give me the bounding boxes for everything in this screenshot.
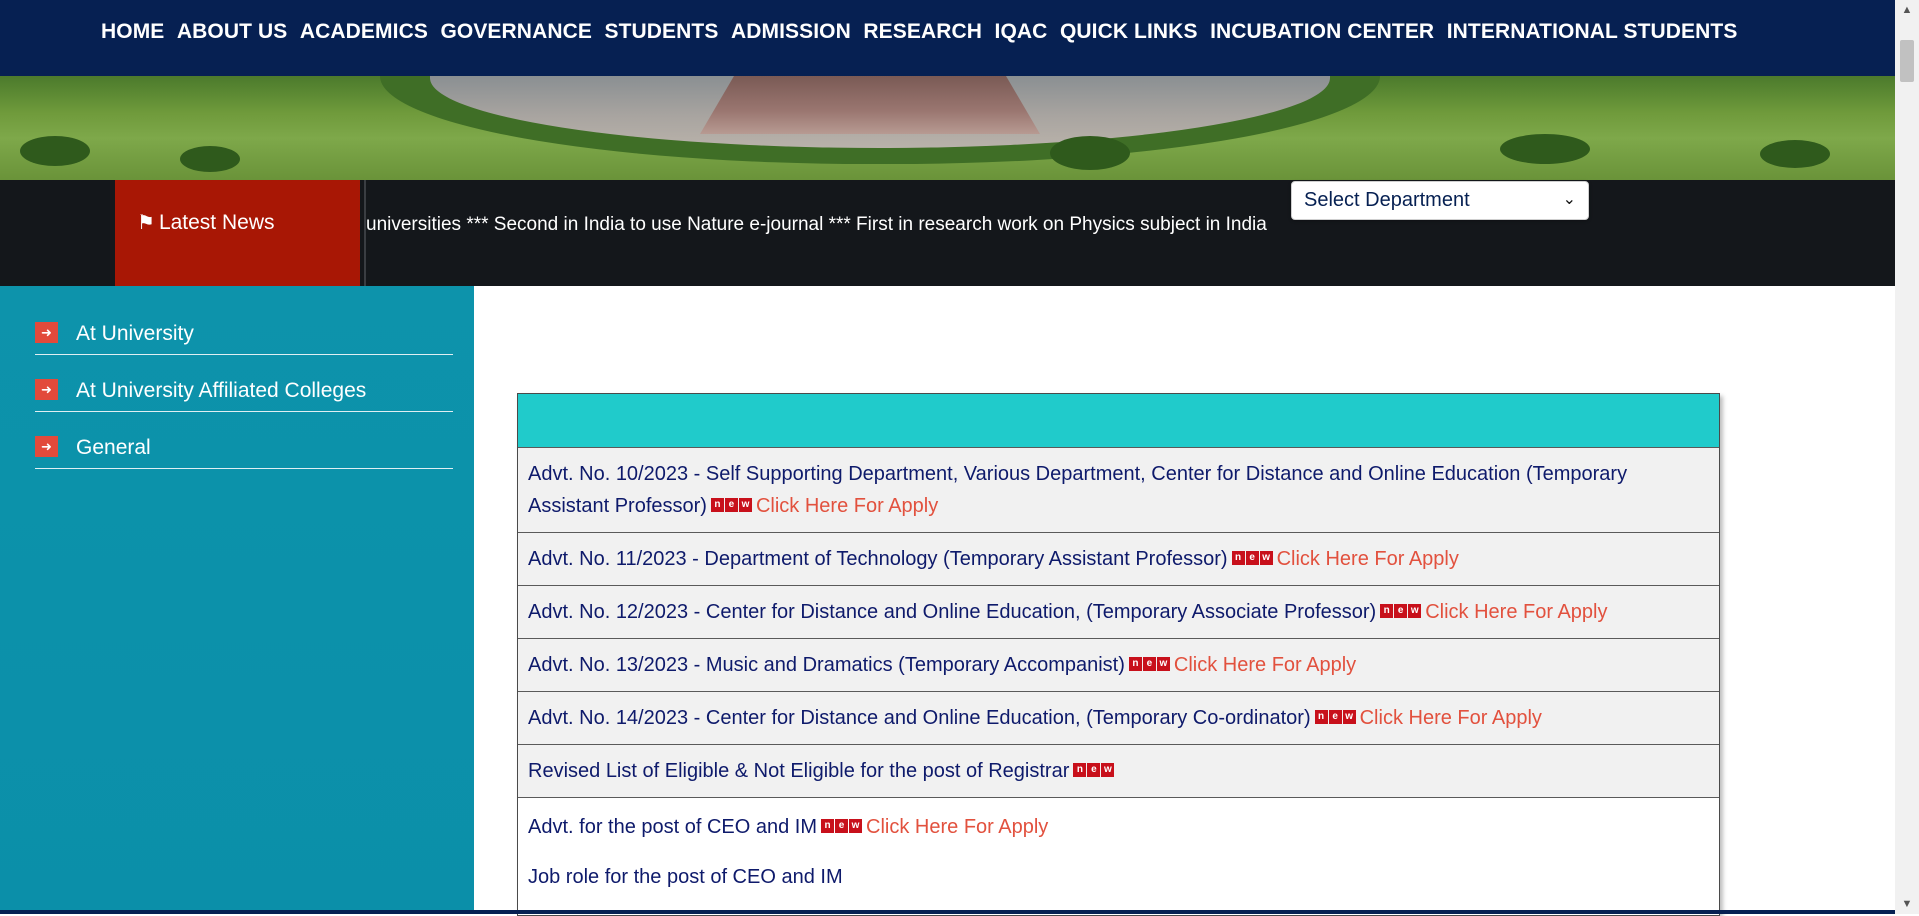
banner-bush (1050, 136, 1130, 170)
latest-news-text: Latest News (158, 211, 275, 234)
nav-quick-links[interactable]: QUICK LINKS (1060, 20, 1198, 44)
nav-incubation-center[interactable]: INCUBATION CENTER (1210, 20, 1434, 44)
table-row: Revised List of Eligible & Not Eligible … (518, 745, 1719, 798)
campus-banner-image (0, 76, 1895, 180)
sidebar-item-label: At University Affiliated Colleges (76, 379, 367, 402)
advertisement-link[interactable]: Job role for the post of CEO and IM (528, 866, 843, 888)
new-badge-icon: new (1314, 709, 1356, 724)
scroll-down-icon[interactable]: ▼ (1895, 894, 1919, 914)
nav-academics[interactable]: ACADEMICS (300, 20, 428, 44)
bottom-strip (0, 910, 1895, 914)
sidebar: ➜ At University ➜ At University Affiliat… (0, 286, 474, 914)
advertisement-link[interactable]: Advt. No. 10/2023 - Self Supporting Depa… (528, 463, 1627, 517)
signpost-icon: ⚑ (137, 212, 155, 234)
banner-bush (20, 136, 90, 166)
new-badge-icon: new (1231, 550, 1273, 565)
table-row: Advt. No. 11/2023 - Department of Techno… (518, 533, 1719, 586)
new-badge-icon: new (1380, 603, 1422, 618)
table-row: Advt. No. 10/2023 - Self Supporting Depa… (518, 448, 1719, 533)
latest-news-label: ⚑ Latest News (115, 180, 360, 286)
news-ticker[interactable]: universities *** Second in India to use … (366, 214, 1290, 236)
sidebar-item-affiliated-colleges[interactable]: ➜ At University Affiliated Colleges (35, 377, 453, 412)
nav-iqac[interactable]: IQAC (995, 20, 1048, 44)
advertisement-link[interactable]: Revised List of Eligible & Not Eligible … (528, 760, 1069, 782)
advertisement-link[interactable]: Advt. No. 12/2023 - Center for Distance … (528, 601, 1376, 623)
apply-link[interactable]: Click Here For Apply (1174, 654, 1356, 676)
latest-news-bar: ⚑ Latest News universities *** Second in … (0, 180, 1895, 286)
apply-link[interactable]: Click Here For Apply (756, 495, 938, 517)
banner-monument (700, 76, 1040, 134)
department-select-value: Select Department (1304, 189, 1470, 211)
apply-link[interactable]: Click Here For Apply (1277, 548, 1459, 570)
new-badge-icon: new (821, 818, 863, 833)
chevron-down-icon: ⌄ (1562, 191, 1576, 208)
table-row: Advt. No. 12/2023 - Center for Distance … (518, 586, 1719, 639)
scrollbar-thumb[interactable] (1900, 40, 1914, 82)
advertisement-link[interactable]: Advt. for the post of CEO and IM (528, 816, 817, 838)
new-badge-icon: new (1073, 762, 1115, 777)
advertisement-link[interactable]: Advt. No. 11/2023 - Department of Techno… (528, 548, 1228, 570)
department-select[interactable]: Select Department ⌄ (1291, 181, 1589, 220)
nav-about-us[interactable]: ABOUT US (177, 20, 287, 44)
scroll-up-icon[interactable]: ▲ (1895, 0, 1919, 20)
apply-link[interactable]: Click Here For Apply (1360, 707, 1542, 729)
table-row: Advt. for the post of CEO and IM n e w Click… (518, 798, 1719, 843)
table-row: Advt. No. 13/2023 - Music and Dramatics … (518, 639, 1719, 692)
arrow-right-icon: ➜ (35, 379, 58, 400)
banner-bush (180, 146, 240, 172)
nav-governance[interactable]: GOVERNANCE (440, 20, 592, 44)
new-badge-icon: new (1128, 656, 1170, 671)
table-header (518, 394, 1719, 448)
sidebar-item-at-university[interactable]: ➜ At University (35, 320, 453, 355)
sidebar-item-label: At University (76, 322, 194, 345)
arrow-right-icon: ➜ (35, 436, 58, 457)
apply-link[interactable]: Click Here For Apply (1425, 601, 1607, 623)
advertisement-link[interactable]: Advt. No. 13/2023 - Music and Dramatics … (528, 654, 1125, 676)
banner-bush (1500, 134, 1590, 164)
advertisement-link[interactable]: Advt. No. 14/2023 - Center for Distance … (528, 707, 1311, 729)
sidebar-item-label: General (76, 436, 151, 459)
nav-students[interactable]: STUDENTS (604, 20, 718, 44)
arrow-right-icon: ➜ (35, 322, 58, 343)
nav-menu: HOME ABOUT US ACADEMICS GOVERNANCE STUDE… (101, 20, 1750, 44)
banner-bush (1760, 140, 1830, 168)
new-badge-icon: new (710, 497, 752, 512)
nav-international-students[interactable]: INTERNATIONAL STUDENTS (1447, 20, 1738, 44)
sidebar-item-general[interactable]: ➜ General (35, 434, 453, 469)
top-navigation: HOME ABOUT US ACADEMICS GOVERNANCE STUDE… (0, 0, 1895, 76)
nav-research[interactable]: RESEARCH (863, 20, 982, 44)
page-scrollbar[interactable]: ▲ ▼ (1895, 0, 1919, 914)
table-row: Advt. No. 14/2023 - Center for Distance … (518, 692, 1719, 745)
apply-link[interactable]: Click Here For Apply (866, 816, 1048, 838)
nav-admission[interactable]: ADMISSION (731, 20, 851, 44)
recruitment-table: Advt. No. 10/2023 - Self Supporting Depa… (517, 393, 1720, 916)
nav-home[interactable]: HOME (101, 20, 164, 44)
table-row: Job role for the post of CEO and IM (518, 843, 1719, 893)
